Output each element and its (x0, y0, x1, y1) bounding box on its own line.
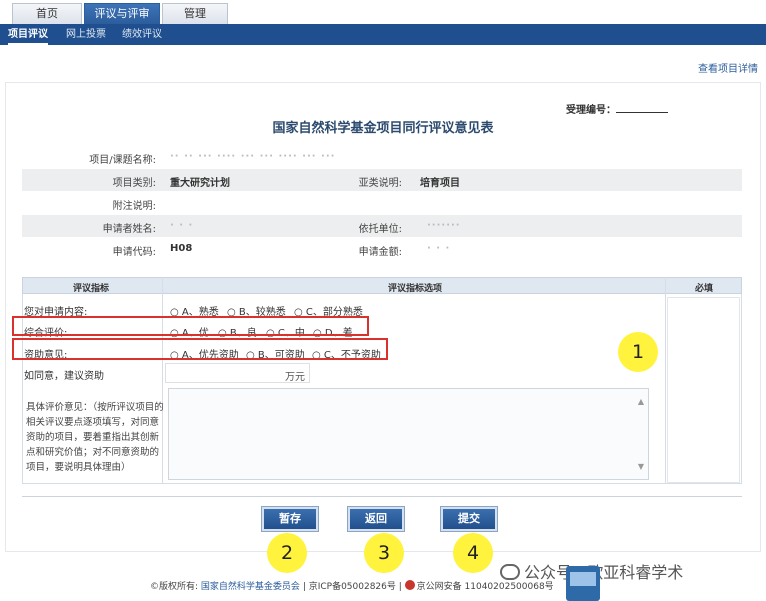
applicant-value: · · · (170, 220, 194, 231)
subnav-bar: 项目评议 网上投票 绩效评议 (0, 24, 766, 45)
subnav-item-online-vote[interactable]: 网上投票 (66, 24, 106, 45)
police-badge-icon (404, 580, 415, 590)
callout-badge-2: 2 (267, 533, 307, 573)
top-tabbar: 首页 评议与评审 管理 (0, 0, 766, 24)
gov-site-badge-icon[interactable] (566, 566, 600, 601)
info-row-applicant: 申请者姓名: · · · 依托单位: ······· (22, 215, 742, 237)
info-row-category: 项目类别: 重大研究计划 亚类说明: 培育项目 (22, 169, 742, 191)
project-name-label: 项目/课题名称: (89, 155, 156, 166)
callout-badge-1: 1 (618, 332, 658, 372)
footer: ©版权所有: 国家自然科学基金委员会 | 京ICP备05002826号 | 京公… (150, 579, 554, 592)
comment-textarea[interactable]: ▲ ▼ (168, 388, 649, 480)
institution-label: 依托单位: (358, 224, 402, 235)
copyright-prefix: ©版权所有: (150, 582, 199, 592)
category-value: 重大研究计划 (170, 178, 230, 189)
save-draft-button[interactable]: 暂存 (262, 507, 318, 531)
tab-home[interactable]: 首页 (12, 3, 82, 24)
subcategory-label: 亚类说明: (358, 178, 402, 189)
watermark-text: 公众号 · 欧亚科睿学术 (524, 563, 684, 582)
evaluation-table-header: 评议指标 评议指标选项 必填 (22, 277, 742, 294)
highlight-funding-opinion (12, 338, 388, 360)
col-options-header: 评议指标选项 (388, 284, 443, 294)
accept-number-label: 受理编号： (566, 105, 616, 116)
accept-number-field (616, 112, 668, 113)
submit-button[interactable]: 提交 (441, 507, 497, 531)
tab-review[interactable]: 评议与评审 (84, 3, 160, 24)
category-label: 项目类别: (112, 178, 156, 189)
icp-record: | 京ICP备05002826号 | (302, 582, 402, 592)
scroll-up-icon[interactable]: ▲ (638, 397, 644, 406)
scroll-down-icon[interactable]: ▼ (638, 462, 644, 471)
amount-unit: 万元 (285, 372, 305, 383)
tab-manage[interactable]: 管理 (162, 3, 228, 24)
callout-badge-4: 4 (453, 533, 493, 573)
view-project-detail-link[interactable]: 查看项目详情 (698, 60, 758, 75)
project-name-value: ·· ·· ··· ···· ··· ··· ···· ··· ··· (170, 151, 336, 162)
code-label: 申请代码: (112, 247, 156, 258)
amount-label: 申请金额: (358, 247, 402, 258)
highlight-overall-evaluation (12, 316, 369, 336)
col-indicator-header: 评议指标 (73, 284, 110, 294)
info-row-project-name: 项目/课题名称: ·· ·· ··· ···· ··· ··· ···· ···… (22, 146, 742, 168)
comment-label: 具体评价意见：（按所评议项目的相关评议要点逐项填写，对同意资助的项目，要着重指出… (26, 402, 164, 473)
required-column (667, 297, 740, 483)
police-record: 京公网安备 11040202500068号 (416, 582, 554, 592)
nsfc-link[interactable]: 国家自然科学基金委员会 (201, 582, 300, 592)
callout-badge-3: 3 (364, 533, 404, 573)
subnav-item-project-review[interactable]: 项目评议 (8, 24, 48, 45)
info-row-note: 附注说明: (22, 192, 742, 214)
suggested-amount-label: 如同意，建议资助 (24, 371, 104, 382)
wechat-icon (500, 564, 520, 580)
subcategory-value: 培育项目 (420, 178, 460, 189)
info-row-code: 申请代码: H08 申请金额: · · · (22, 238, 742, 260)
badge-image (570, 572, 596, 586)
table-divider (665, 277, 666, 484)
amount-value: · · · (427, 243, 451, 254)
back-button[interactable]: 返回 (348, 507, 404, 531)
col-required-header: 必填 (695, 284, 714, 294)
applicant-label: 申请者姓名: (102, 224, 156, 235)
form-title: 国家自然科学基金项目同行评议意见表 (272, 121, 494, 136)
code-value: H08 (170, 243, 193, 254)
page: 首页 评议与评审 管理 项目评议 网上投票 绩效评议 查看项目详情 受理编号： … (0, 0, 766, 601)
divider (22, 496, 742, 497)
note-label: 附注说明: (112, 201, 156, 212)
institution-value: ······· (427, 220, 461, 231)
subnav-item-performance-review[interactable]: 绩效评议 (122, 24, 162, 45)
